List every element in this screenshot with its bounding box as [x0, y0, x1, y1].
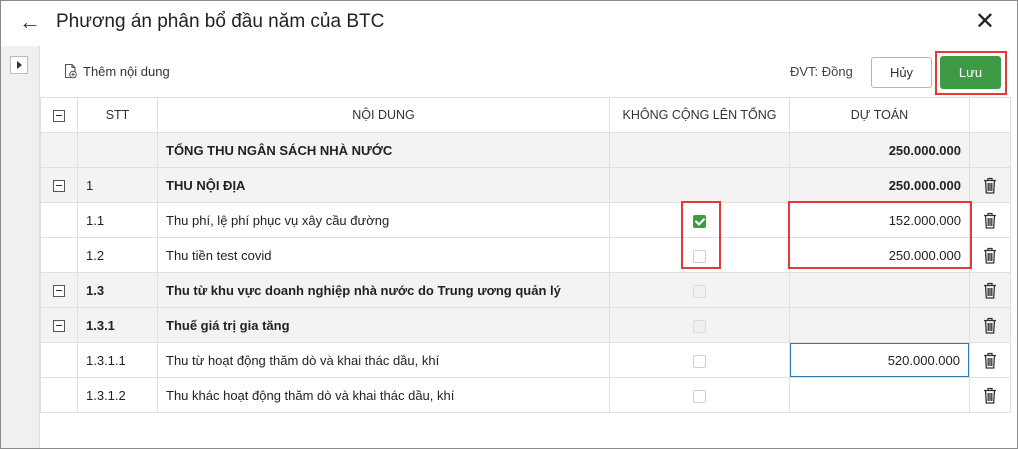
row-content: Thu khác hoạt động thăm dò và khai thác …	[157, 377, 610, 413]
row-actions	[969, 167, 1011, 203]
header-content: NỘI DUNG	[157, 97, 610, 133]
no-sum-checkbox-disabled	[693, 319, 706, 333]
row-stt: 1	[77, 167, 158, 203]
row-no-sum	[609, 202, 790, 238]
no-sum-checkbox[interactable]	[693, 389, 706, 403]
trash-icon[interactable]	[983, 212, 997, 229]
no-sum-checkbox-disabled	[693, 284, 706, 298]
toolbar: Thêm nội dung ĐVT: Đồng Hủy Lưu	[40, 46, 1017, 97]
header-stt: STT	[77, 97, 158, 133]
title-bar: ← Phương án phân bổ đầu năm của BTC ✕	[1, 1, 1017, 46]
row-estimate: 250.000.000	[789, 167, 970, 203]
row-actions	[969, 272, 1011, 308]
no-sum-checkbox-checked[interactable]	[693, 214, 706, 228]
toggle-cell	[40, 237, 78, 273]
dialog-title: Phương án phân bổ đầu năm của BTC	[56, 11, 385, 32]
table-row: TỔNG THU NGÂN SÁCH NHÀ NƯỚC 250.000.000	[40, 132, 1011, 168]
toggle-cell	[40, 342, 78, 378]
header-no-sum: KHÔNG CỘNG LÊN TỔNG	[609, 97, 790, 133]
row-content: Thu từ khu vực doanh nghiệp nhà nước do …	[157, 272, 610, 308]
caret-right-icon	[16, 61, 22, 69]
dialog-window: ← Phương án phân bổ đầu năm của BTC ✕ Th…	[0, 0, 1018, 449]
row-content: Thu từ hoạt động thăm dò và khai thác dầ…	[157, 342, 610, 378]
estimate-input[interactable]	[790, 343, 969, 377]
row-content: THU NỘI ĐỊA	[157, 167, 610, 203]
row-estimate	[789, 272, 970, 308]
row-actions	[969, 377, 1011, 413]
row-stt: 1.2	[77, 237, 158, 273]
row-estimate[interactable]: 152.000.000	[789, 202, 970, 238]
trash-icon[interactable]	[983, 247, 997, 264]
row-no-sum	[609, 377, 790, 413]
row-estimate[interactable]: 250.000.000	[789, 237, 970, 273]
header-estimate: DỰ TOÁN	[789, 97, 970, 133]
cancel-button[interactable]: Hủy	[871, 57, 932, 88]
back-arrow-icon[interactable]: ←	[19, 10, 41, 34]
row-actions	[969, 237, 1011, 273]
row-actions	[969, 202, 1011, 238]
row-stt: 1.1	[77, 202, 158, 238]
row-actions	[969, 132, 1011, 168]
header-toggle-cell	[40, 97, 78, 133]
toggle-cell	[40, 167, 78, 203]
toggle-cell	[40, 377, 78, 413]
table-row: 1.3.1.1 Thu từ hoạt động thăm dò và khai…	[40, 342, 1011, 378]
no-sum-checkbox[interactable]	[693, 354, 706, 368]
table-row: 1 THU NỘI ĐỊA 250.000.000	[40, 167, 1011, 203]
table-row: 1.3.1 Thuế giá trị gia tăng	[40, 307, 1011, 343]
unit-label: ĐVT: Đồng	[790, 64, 853, 79]
trash-icon[interactable]	[983, 177, 997, 194]
row-no-sum	[609, 167, 790, 203]
trash-icon[interactable]	[983, 317, 997, 334]
row-content: TỔNG THU NGÂN SÁCH NHÀ NƯỚC	[157, 132, 610, 168]
toggle-cell	[40, 202, 78, 238]
row-estimate[interactable]	[789, 377, 970, 413]
row-stt	[77, 132, 158, 168]
row-content: Thu tiền test covid	[157, 237, 610, 273]
row-no-sum	[609, 307, 790, 343]
row-estimate	[789, 307, 970, 343]
table-header-row: STT NỘI DUNG KHÔNG CỘNG LÊN TỔNG DỰ TOÁN	[40, 97, 1011, 133]
add-document-icon	[64, 63, 77, 79]
save-button[interactable]: Lưu	[940, 56, 1001, 89]
row-stt: 1.3.1.2	[77, 377, 158, 413]
add-content-label: Thêm nội dung	[83, 63, 170, 79]
row-no-sum	[609, 342, 790, 378]
row-content: Thuế giá trị gia tăng	[157, 307, 610, 343]
toggle-cell	[40, 132, 78, 168]
table-row: 1.1 Thu phí, lệ phí phục vụ xây cầu đườn…	[40, 202, 1011, 238]
trash-icon[interactable]	[983, 387, 997, 404]
row-actions	[969, 307, 1011, 343]
row-stt: 1.3.1.1	[77, 342, 158, 378]
add-content-button[interactable]: Thêm nội dung	[64, 63, 170, 79]
no-sum-checkbox[interactable]	[693, 249, 706, 263]
side-panel	[1, 46, 40, 448]
collapse-toggle-icon[interactable]	[53, 320, 65, 333]
collapse-toggle-icon[interactable]	[53, 180, 65, 193]
close-icon[interactable]: ✕	[975, 9, 995, 35]
toggle-cell	[40, 272, 78, 308]
table-row: 1.3.1.2 Thu khác hoạt động thăm dò và kh…	[40, 377, 1011, 413]
expand-panel-button[interactable]	[10, 56, 28, 74]
budget-table: STT NỘI DUNG KHÔNG CỘNG LÊN TỔNG DỰ TOÁN…	[40, 97, 1011, 413]
row-stt: 1.3.1	[77, 307, 158, 343]
header-actions	[969, 97, 1011, 133]
table-row: 1.2 Thu tiền test covid 250.000.000	[40, 237, 1011, 273]
collapse-toggle-icon[interactable]	[53, 285, 65, 298]
row-estimate: 250.000.000	[789, 132, 970, 168]
trash-icon[interactable]	[983, 282, 997, 299]
row-no-sum	[609, 272, 790, 308]
row-estimate-cell	[789, 342, 970, 378]
row-actions	[969, 342, 1011, 378]
row-stt: 1.3	[77, 272, 158, 308]
row-content: Thu phí, lệ phí phục vụ xây cầu đường	[157, 202, 610, 238]
collapse-all-toggle-icon[interactable]	[53, 109, 65, 122]
row-no-sum	[609, 237, 790, 273]
row-no-sum	[609, 132, 790, 168]
toggle-cell	[40, 307, 78, 343]
table-row: 1.3 Thu từ khu vực doanh nghiệp nhà nước…	[40, 272, 1011, 308]
trash-icon[interactable]	[983, 352, 997, 369]
